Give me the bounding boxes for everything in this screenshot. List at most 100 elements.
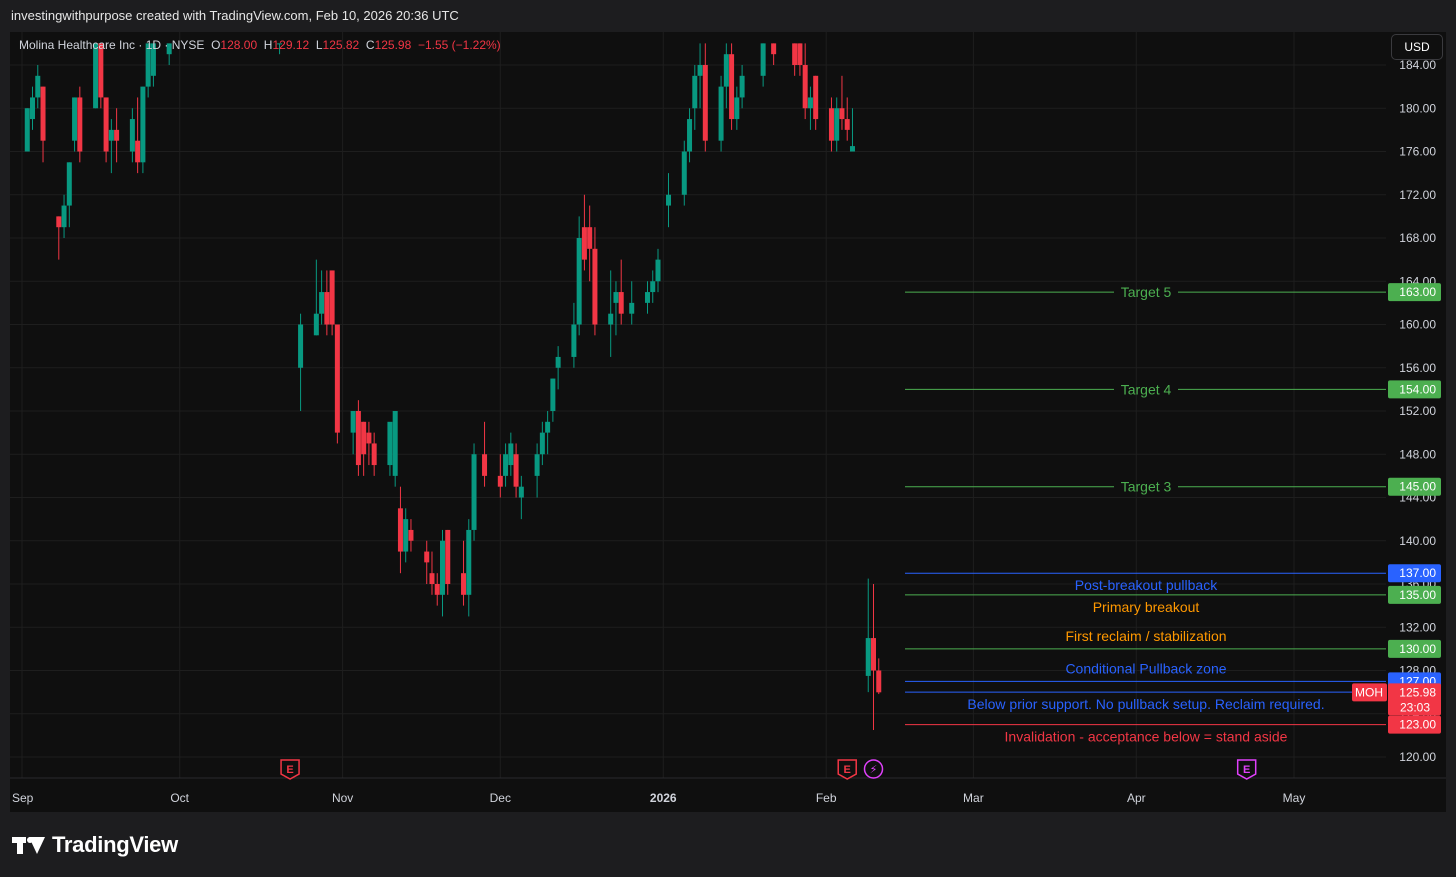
candle-body (828, 108, 834, 141)
candle-body (366, 432, 372, 444)
candle-body (392, 411, 398, 476)
candle-2026-01-12 (718, 75, 724, 152)
high-value: 129.12 (272, 38, 310, 52)
candle-body (702, 65, 708, 141)
candle-body (424, 551, 430, 563)
candle-body (834, 108, 840, 141)
last-price-label: 125.98 (1399, 685, 1436, 699)
candle-body (114, 129, 120, 141)
close-value: 125.98 (374, 38, 412, 52)
level-price-label: 145.00 (1399, 480, 1436, 494)
candle-body (371, 443, 377, 466)
candle-body (503, 454, 509, 476)
price-chart[interactable]: 120.00124.00128.00132.00136.00140.00144.… (0, 0, 1456, 812)
candle-body (471, 454, 477, 530)
candle-body (802, 65, 808, 109)
candle-body (813, 75, 819, 120)
chart-pane-background (10, 30, 1446, 812)
candle-body (592, 248, 598, 325)
candle-body (650, 281, 656, 293)
currency-button[interactable]: USD (1391, 34, 1443, 60)
earnings-event-icon[interactable]: E (280, 759, 300, 780)
candle-body (608, 313, 614, 325)
candle-body (56, 216, 62, 228)
level-price-label: 130.00 (1399, 642, 1436, 656)
level-text: Invalidation - acceptance below = stand … (1005, 729, 1288, 745)
event-glyph: E (844, 764, 851, 776)
candle-body (72, 97, 78, 141)
candle-body (771, 43, 777, 55)
candle-body (576, 238, 582, 325)
low-label: L (315, 38, 323, 52)
candle-body (513, 454, 519, 487)
earnings-event-icon[interactable]: E (1236, 759, 1257, 780)
level-price-label: 123.00 (1399, 718, 1436, 732)
candle-body (434, 584, 440, 595)
candle-body (397, 508, 403, 552)
candle-body (334, 324, 340, 433)
price-axis: 120.00124.00128.00132.00136.00140.00144.… (1386, 30, 1446, 778)
level-price-label: 135.00 (1399, 588, 1436, 602)
candle-body (361, 421, 367, 455)
tradingview-logo[interactable]: TradingView (12, 832, 178, 858)
candle-body (587, 227, 593, 249)
candle-body (439, 540, 445, 595)
candle-body (687, 119, 693, 152)
candle-body (839, 108, 845, 120)
symbol-tag-label: MOH (1355, 685, 1383, 699)
level-price-label: 154.00 (1399, 382, 1436, 396)
time-tick-label: Sep (12, 791, 34, 805)
close-label: C (365, 38, 375, 52)
candle-body (871, 638, 877, 671)
candle-body (466, 529, 472, 595)
candle-body (629, 302, 635, 314)
level-price-label: 163.00 (1399, 285, 1436, 299)
event-glyph: ⚡ (870, 763, 878, 776)
candle-2026-01-14 (729, 43, 735, 130)
candle-body (539, 432, 545, 455)
candle-body (403, 519, 409, 552)
price-tick-label: 184.00 (1399, 58, 1436, 72)
candle-body (618, 292, 624, 314)
level-text: Below prior support. No pullback setup. … (967, 696, 1324, 712)
candle-body (298, 324, 304, 368)
price-tick-label: 160.00 (1399, 318, 1436, 332)
candle-body (108, 129, 114, 141)
footer-bar: TradingView (0, 812, 1456, 877)
candle-body (655, 259, 661, 282)
tradingview-wordmark: TradingView (52, 832, 178, 857)
time-tick-label: Nov (332, 791, 353, 805)
candle-body (129, 119, 135, 152)
candle-body (876, 670, 882, 693)
symbol-name: Molina Healthcare Inc · 1D · NYSE (19, 38, 205, 52)
candle-body (355, 411, 361, 466)
level-text: Post-breakout pullback (1075, 577, 1218, 593)
candle-body (844, 119, 850, 130)
candle-2025-11-26 (471, 443, 477, 541)
snapshot-credit-bar: investingwithpurpose created with Tradin… (0, 0, 1456, 32)
candle-body (865, 638, 871, 676)
change-value: −1.55 (−1.22%) (417, 38, 501, 52)
candle-body (77, 97, 83, 152)
candle-body (429, 573, 435, 584)
candle-body (445, 529, 451, 584)
candle-body (807, 97, 813, 109)
time-tick-label: Apr (1127, 791, 1146, 805)
price-tick-label: 152.00 (1399, 404, 1436, 418)
candle-body (760, 43, 766, 76)
symbol-legend[interactable]: Molina Healthcare Inc · 1D · NYSE O128.0… (19, 38, 501, 52)
candle-body (734, 97, 740, 120)
candle-body (849, 146, 855, 152)
candle-body (408, 529, 414, 541)
earnings-event-icon[interactable]: E (837, 759, 857, 780)
price-tick-label: 156.00 (1399, 361, 1436, 375)
time-tick-label: Dec (490, 791, 511, 805)
candle-body (329, 270, 335, 325)
price-tick-label: 176.00 (1399, 145, 1436, 159)
dividend-event-icon[interactable]: ⚡ (863, 759, 884, 779)
candle-body (482, 454, 488, 476)
time-tick-label: Oct (170, 791, 189, 805)
candle-2025-09-24 (140, 86, 146, 174)
open-value: 128.00 (220, 38, 258, 52)
time-tick-label: Feb (816, 791, 837, 805)
